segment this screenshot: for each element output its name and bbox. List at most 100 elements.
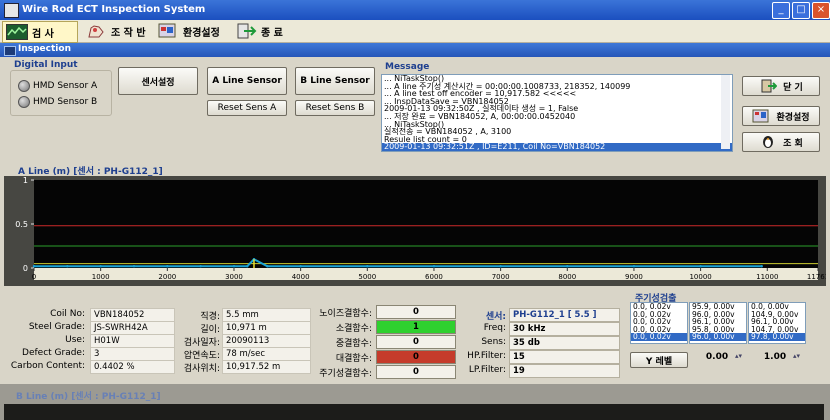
env-settings-button[interactable]: 환경설정: [742, 106, 820, 126]
period-list-3[interactable]: 0.0, 0.00v 104.9, 0.00v 96.1, 0.00v 104.…: [748, 302, 806, 344]
y-tick-label: 0.5: [15, 220, 28, 229]
sensor-b-led: [18, 96, 30, 108]
y-min-value: 0.00: [705, 352, 729, 362]
x-tick-label: 11761: [807, 273, 826, 281]
diameter-value: 5.5 mm: [222, 308, 311, 322]
b-line-sensor-button[interactable]: B Line Sensor: [295, 67, 375, 95]
steel-grade-label: Steel Grade:: [28, 322, 85, 332]
toolbar: 검 사 조 작 반 환경설정 종 료: [0, 20, 830, 43]
large-defect-label: 대결함수:: [335, 354, 372, 364]
window-title: Wire Rod ECT Inspection System: [22, 4, 206, 15]
length-value: 10,971 m: [222, 321, 311, 335]
chart-b-title: B Line (m) [센서 : PH-G112_1]: [16, 392, 161, 402]
y-max-spinner[interactable]: 1.00 ▴▾: [750, 352, 800, 365]
sensor-value: PH-G112_1 [ 5.5 ]: [509, 308, 620, 322]
toolbar-settings[interactable]: 환경설정: [154, 21, 228, 41]
message-list[interactable]: ... NiTaskStop() ... A line 주기성 계산시간 = 0…: [381, 74, 733, 152]
inspect-date-label: 검사일자:: [183, 338, 220, 348]
x-tick-label: 0: [32, 273, 36, 281]
query-button-label: 조 회: [783, 138, 803, 149]
noise-label: 노이즈결함수:: [319, 309, 372, 319]
settings-icon: [752, 109, 769, 123]
x-tick-label: 4000: [292, 273, 310, 281]
plot-area: [34, 180, 818, 268]
length-label: 길이:: [200, 325, 220, 335]
x-tick-label: 7000: [492, 273, 510, 281]
data-point: [266, 265, 269, 268]
period-list-1[interactable]: 0.0, 0.02v 0.0, 0.02v 0.0, 0.02v 0.0, 0.…: [630, 302, 688, 344]
sensor-b-label: HMD Sensor B: [33, 97, 98, 107]
data-point: [66, 265, 69, 268]
x-tick-label: 8000: [558, 273, 576, 281]
spinner-arrows-icon[interactable]: ▴▾: [735, 352, 742, 360]
inspection-title: Inspection: [18, 44, 71, 54]
x-tick-label: 10000: [689, 273, 711, 281]
close-button[interactable]: 닫 기: [742, 76, 820, 96]
small-defect-label: 소결함수:: [335, 324, 372, 334]
query-button[interactable]: 조 회: [742, 132, 820, 152]
x-tick-label: 6000: [425, 273, 443, 281]
inspection-header: Inspection: [0, 43, 830, 57]
sensor-label: 센서:: [485, 312, 506, 322]
sens-value: 35 db: [509, 336, 620, 350]
exit-icon: [237, 23, 257, 39]
speed-value: 78 m/sec: [222, 347, 311, 361]
period-list-2[interactable]: 95.9, 0.00v 96.0, 0.00v 96.1, 0.00v 95.8…: [689, 302, 747, 344]
hand-icon: [88, 25, 104, 38]
toolbar-control[interactable]: 조 작 반: [82, 21, 152, 41]
chart-b-area: B Line (m) [센서 : PH-G112_1]: [0, 384, 830, 420]
carbon-value: 0.4402 %: [90, 360, 175, 374]
message-label: Message: [385, 62, 430, 72]
data-point: [366, 265, 369, 268]
close-window-button[interactable]: ×: [812, 2, 830, 19]
reset-sens-b-button[interactable]: Reset Sens B: [295, 100, 375, 116]
speed-label: 압연속도:: [183, 351, 220, 361]
a-line-sensor-button[interactable]: A Line Sensor: [207, 67, 287, 95]
list-item-selected: 0.0, 0.02v: [631, 333, 687, 341]
data-point: [632, 265, 636, 268]
toolbar-exit[interactable]: 종 료: [232, 21, 300, 41]
data-point: [566, 265, 569, 268]
data-point: [432, 265, 436, 268]
toolbar-control-label: 조 작 반: [111, 27, 146, 39]
defect-grade-label: Defect Grade:: [22, 348, 85, 358]
data-point: [132, 265, 136, 268]
message-scrollbar[interactable]: [721, 75, 730, 149]
lp-filter-label: LP.Filter:: [468, 365, 506, 375]
maximize-button[interactable]: □: [792, 2, 810, 19]
sensor-a-led: [18, 80, 30, 92]
diameter-label: 직경:: [200, 312, 220, 322]
data-point: [166, 265, 169, 268]
minimize-button[interactable]: _: [772, 2, 790, 19]
data-point: [760, 265, 763, 268]
lp-filter-value: 19: [509, 364, 620, 378]
y-tick-label: 1: [23, 176, 28, 185]
data-point: [246, 265, 249, 268]
sensor-setting-button[interactable]: 센서설정: [118, 67, 198, 95]
periodic-defect-label: 주기성결함수:: [319, 369, 372, 379]
digital-input-group: [10, 70, 112, 116]
reset-sens-a-button[interactable]: Reset Sens A: [207, 100, 287, 116]
chart-b-plot: [4, 404, 824, 420]
y-tick-label: 0: [23, 264, 28, 273]
spinner-arrows-icon[interactable]: ▴▾: [793, 352, 800, 360]
noise-count: 0: [376, 305, 456, 319]
toolbar-inspect[interactable]: 검 사: [2, 21, 78, 43]
y-level-button[interactable]: Y 레벨: [630, 352, 688, 368]
hp-filter-value: 15: [509, 350, 620, 364]
x-tick-label: 3000: [225, 273, 243, 281]
inspect-date-value: 20090113 09:30:30: [222, 334, 311, 358]
sens-label: Sens:: [481, 337, 506, 347]
chart-icon: [6, 24, 28, 40]
freq-label: Freq:: [483, 323, 506, 333]
settings-icon: [158, 23, 176, 38]
inspection-icon: [4, 46, 16, 56]
defect-grade-value: 3: [90, 347, 175, 361]
y-min-spinner[interactable]: 0.00 ▴▾: [692, 352, 742, 365]
data-point: [232, 265, 236, 268]
title-bar: Wire Rod ECT Inspection System _ □ ×: [0, 0, 830, 20]
large-defect-count: 0: [376, 350, 456, 364]
data-point: [99, 265, 102, 268]
data-point: [699, 265, 702, 268]
x-tick-label: 11000: [756, 273, 778, 281]
